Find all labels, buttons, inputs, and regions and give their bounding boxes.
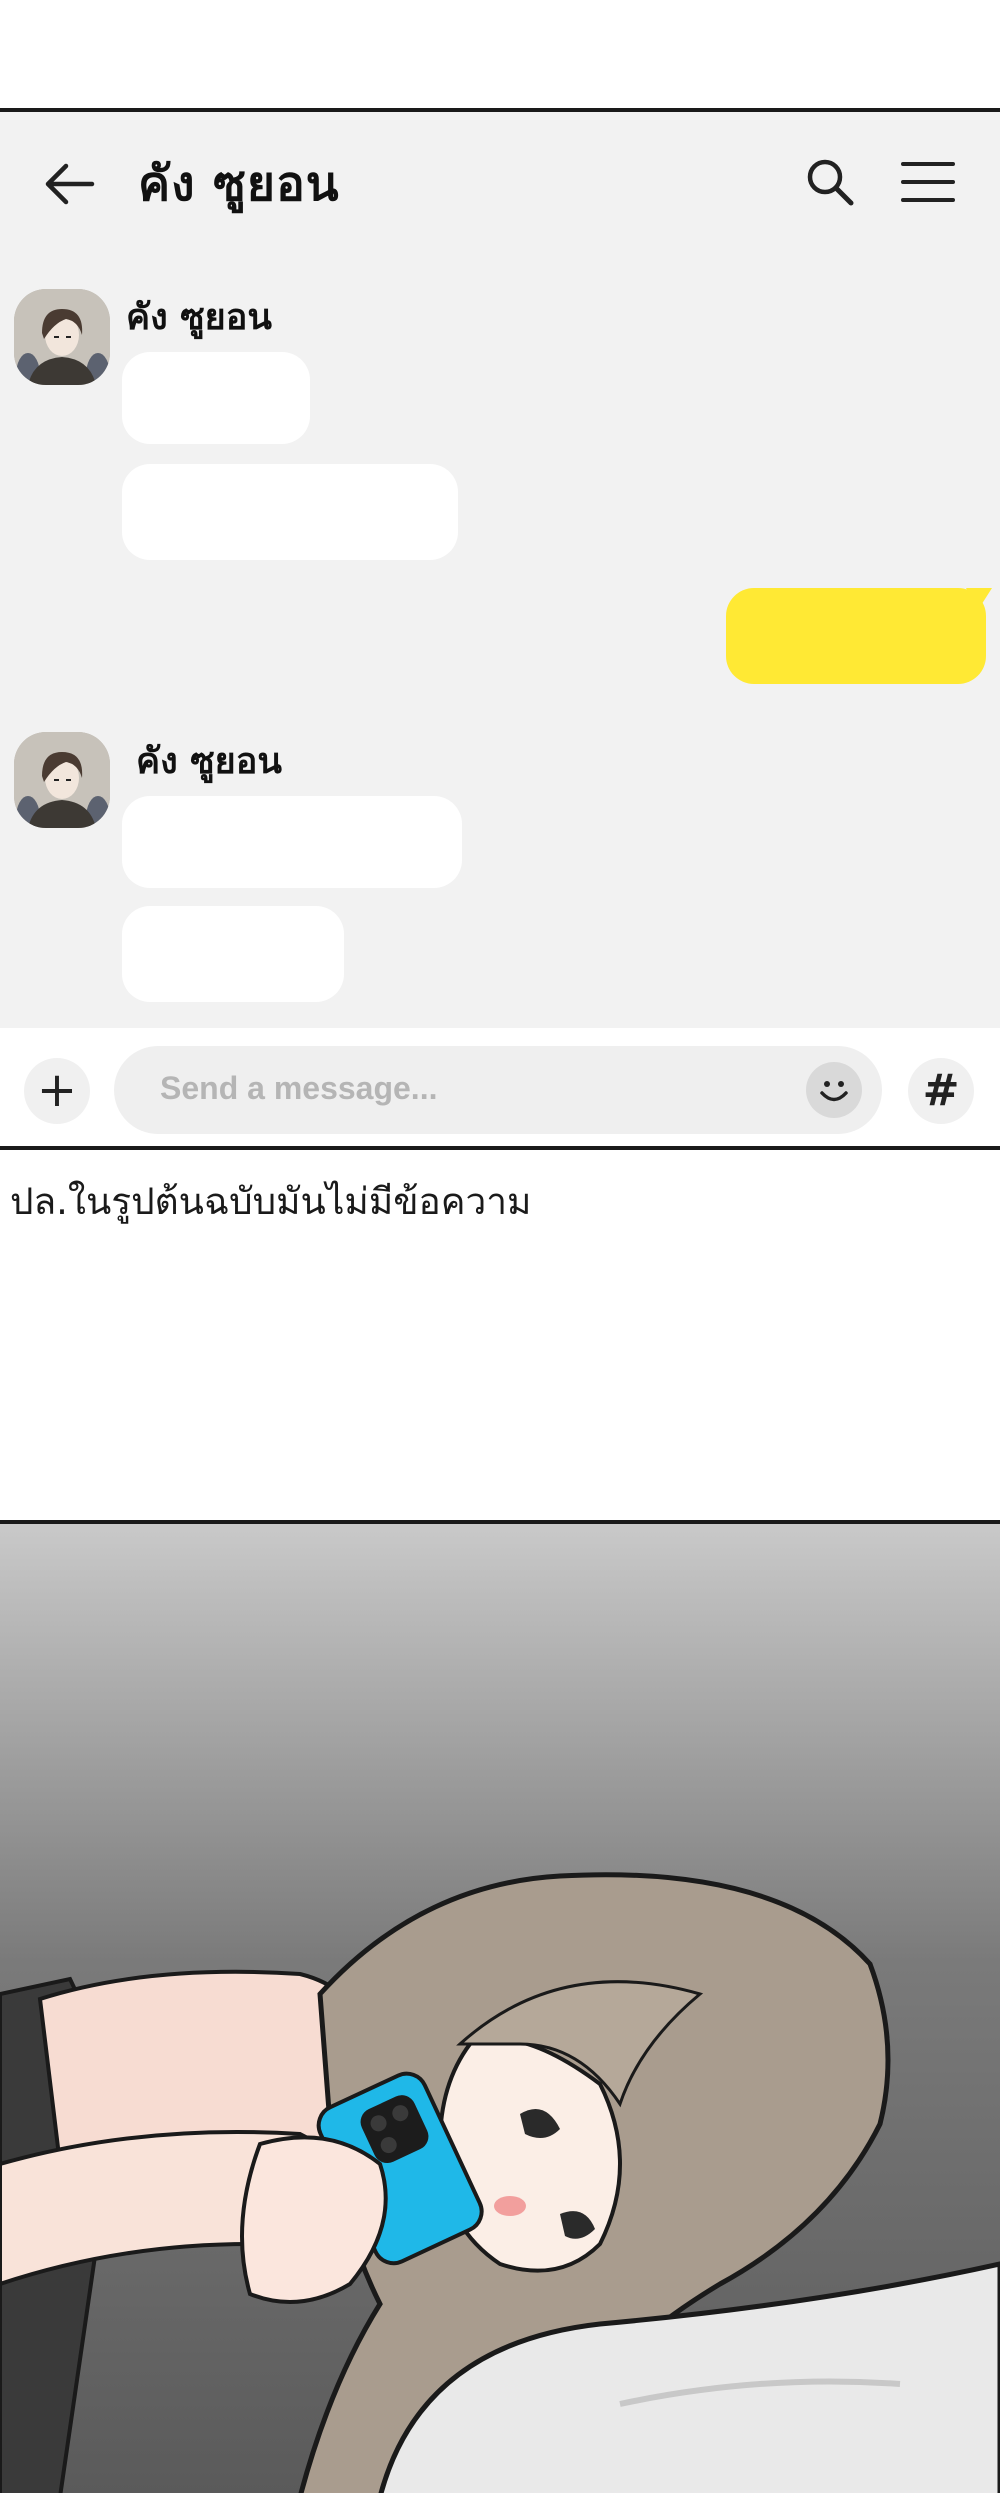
emoji-button[interactable] xyxy=(806,1062,862,1118)
sender-name: คัง ซูยอน xyxy=(126,297,272,338)
avatar-portrait-image xyxy=(14,289,110,385)
chat-title: คัง ซูยอน xyxy=(138,156,340,212)
message-input[interactable]: Send a message... xyxy=(114,1046,882,1134)
incoming-message-bubble[interactable] xyxy=(122,352,310,444)
outgoing-bubble-tail xyxy=(966,588,992,610)
incoming-message-bubble[interactable] xyxy=(122,464,458,560)
incoming-message-bubble[interactable] xyxy=(122,906,344,1002)
message-input-bar: + Send a message... # xyxy=(0,1028,1000,1146)
plus-icon: + xyxy=(36,1062,78,1118)
outgoing-message-bubble[interactable] xyxy=(726,588,986,684)
girl-in-bed-with-phone-image xyxy=(0,1524,1000,2493)
comic-illustration xyxy=(0,1520,1000,2493)
avatar-portrait-image xyxy=(14,732,110,828)
sender-name: คัง ซูยอน xyxy=(136,741,282,782)
search-icon[interactable] xyxy=(804,156,856,208)
attach-button[interactable]: + xyxy=(24,1058,90,1124)
back-arrow-icon[interactable] xyxy=(44,158,96,210)
menu-icon[interactable] xyxy=(900,156,956,208)
emoji-icon xyxy=(820,1081,848,1102)
avatar[interactable] xyxy=(14,732,110,828)
chat-screen: คัง ซูยอน คัง ซูยอน คัง ซูยอน + Send a m… xyxy=(0,108,1000,1150)
incoming-message-bubble[interactable] xyxy=(122,796,462,888)
hashtag-button[interactable]: # xyxy=(908,1058,974,1124)
hashtag-icon: # xyxy=(922,1065,960,1116)
avatar[interactable] xyxy=(14,289,110,385)
translator-note: ปล.ในรูปต้นฉบับมันไม่มีข้อความ xyxy=(10,1180,532,1223)
message-input-placeholder: Send a message... xyxy=(160,1070,438,1106)
